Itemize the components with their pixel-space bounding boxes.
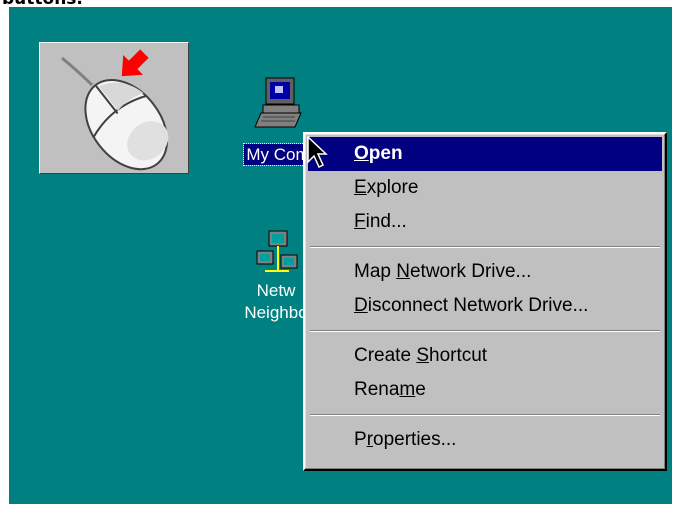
- mouse-pointer-icon: [307, 136, 328, 169]
- mnemonic: F: [354, 211, 366, 232]
- menu-item-properties[interactable]: Properties...: [308, 423, 662, 457]
- menu-item-label: operties...: [373, 429, 457, 450]
- context-menu: Open Explore Find... Map Network Drive..…: [303, 132, 667, 471]
- my-computer-icon: [254, 77, 302, 128]
- menu-item-label: P: [354, 429, 367, 450]
- mnemonic: S: [416, 345, 429, 366]
- menu-separator: [310, 414, 660, 416]
- mnemonic: E: [354, 177, 367, 198]
- menu-item-label: isconnect Network Drive...: [367, 295, 589, 316]
- menu-item-open[interactable]: Open: [308, 137, 662, 171]
- menu-item-label: Map: [354, 261, 397, 282]
- menu-item-find[interactable]: Find...: [308, 205, 662, 239]
- menu-item-create-shortcut[interactable]: Create Shortcut: [308, 339, 662, 373]
- menu-item-label: pen: [368, 143, 403, 164]
- menu-separator: [310, 330, 660, 332]
- desktop[interactable]: My Com Netw Neighbo Open Explore Find...…: [9, 7, 672, 504]
- menu-item-label: Rena: [354, 379, 400, 400]
- menu-item-label: hortcut: [429, 345, 488, 366]
- mnemonic: O: [354, 143, 369, 164]
- menu-item-label: xplore: [366, 177, 419, 198]
- menu-item-label: etwork Drive...: [409, 261, 532, 282]
- menu-item-label: ind...: [365, 211, 407, 232]
- menu-item-rename[interactable]: Rename: [308, 373, 662, 407]
- menu-separator: [310, 246, 660, 248]
- mnemonic: m: [399, 379, 416, 400]
- network-neighborhood-icon: [256, 230, 298, 272]
- mnemonic: N: [396, 261, 410, 282]
- menu-item-label: e: [415, 379, 426, 400]
- menu-item-label: Create: [354, 345, 417, 366]
- menu-item-disconnect-network-drive[interactable]: Disconnect Network Drive...: [308, 289, 662, 323]
- menu-item-explore[interactable]: Explore: [308, 171, 662, 205]
- mouse-illustration: [39, 42, 189, 174]
- my-computer-label[interactable]: My Com: [243, 143, 313, 166]
- mnemonic: D: [354, 295, 368, 316]
- mouse-right-click-icon: [61, 49, 169, 171]
- menu-item-map-network-drive[interactable]: Map Network Drive...: [308, 255, 662, 289]
